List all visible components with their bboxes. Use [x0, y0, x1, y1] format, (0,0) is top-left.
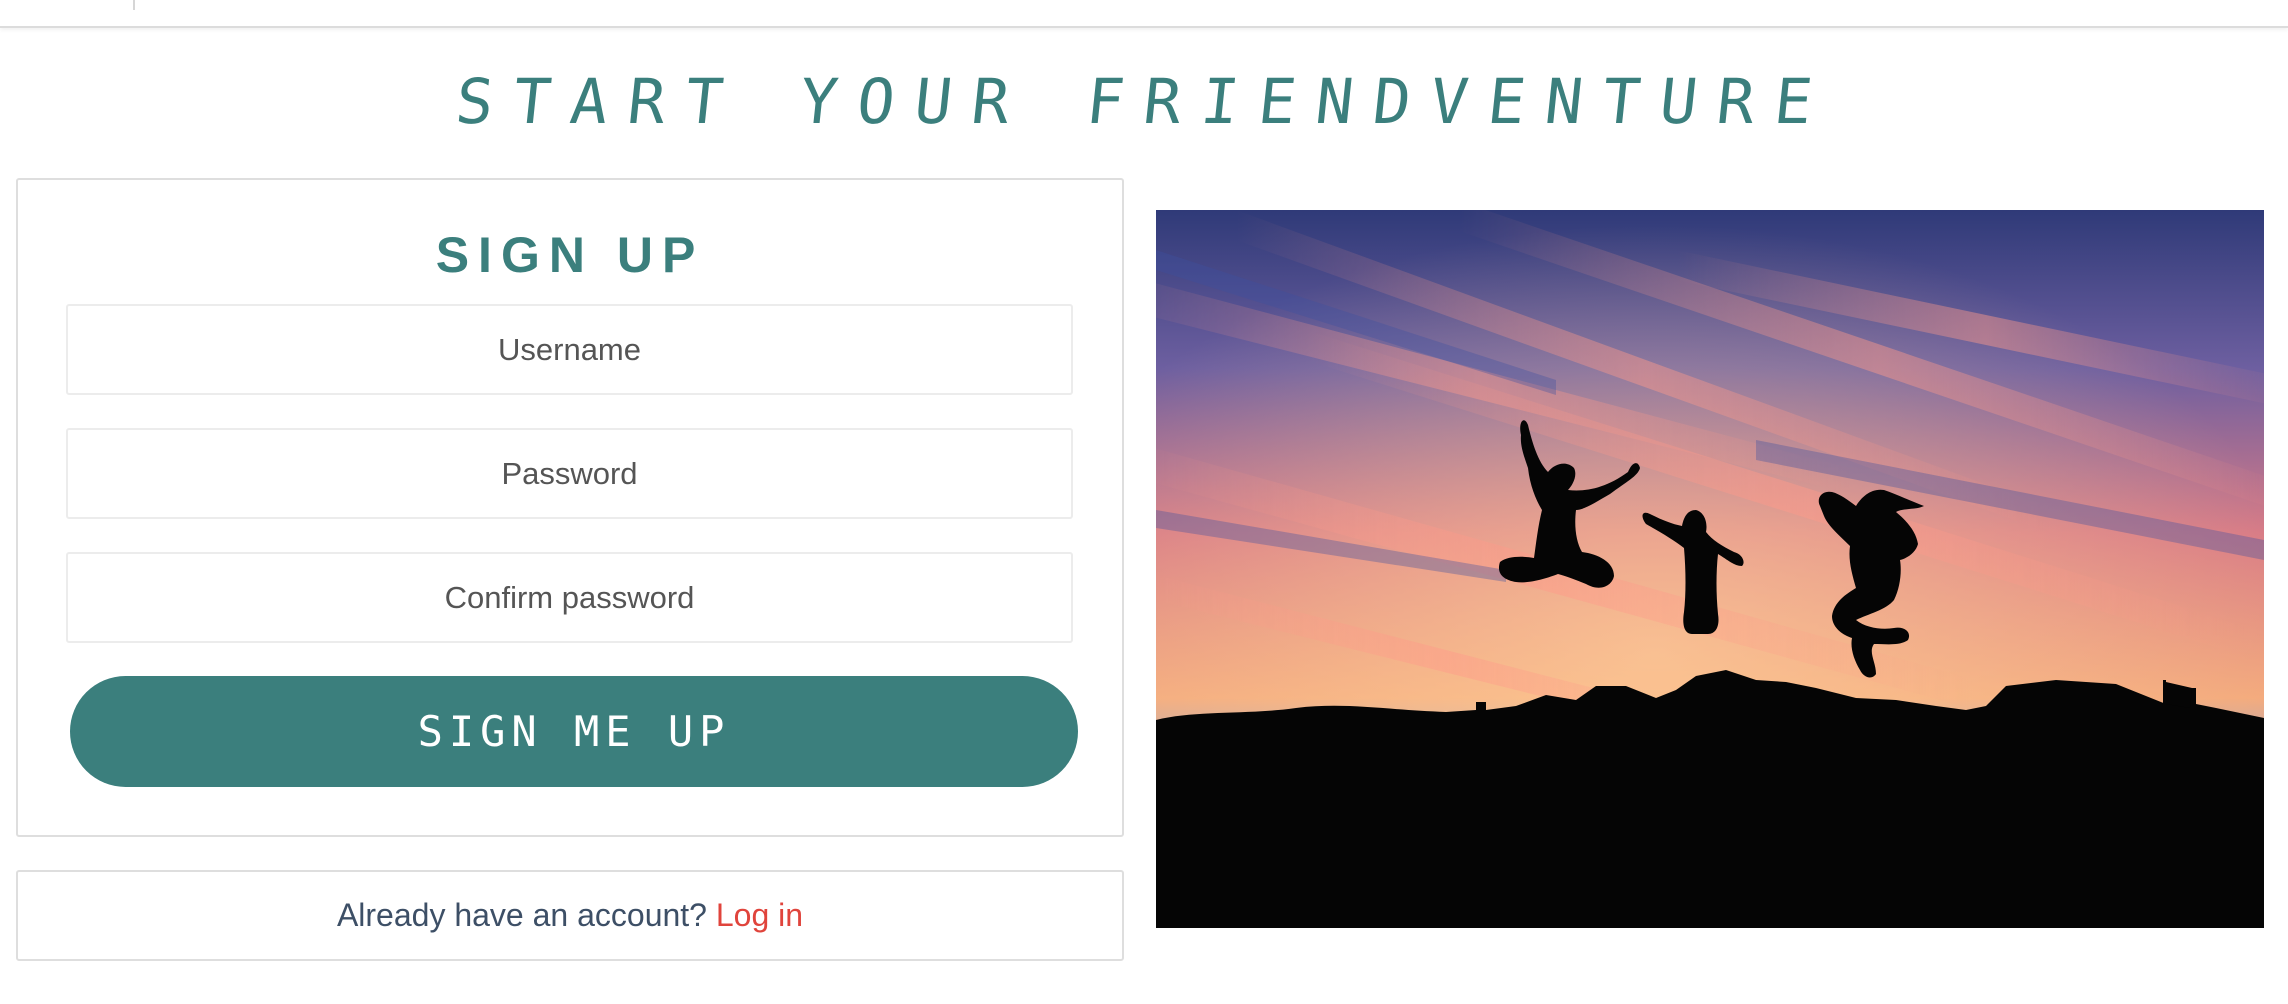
sign-me-up-button[interactable]: SIGN ME UP [70, 676, 1078, 787]
top-navbar [0, 0, 2288, 28]
username-field[interactable] [66, 304, 1073, 395]
login-prompt-card: Already have an account? Log in [16, 870, 1124, 961]
confirm-password-field[interactable] [66, 552, 1073, 643]
login-prompt-text: Already have an account? [336, 897, 707, 933]
hero-image [1156, 210, 2264, 928]
signup-title: SIGN UP [435, 227, 705, 283]
navbar-divider [133, 0, 135, 10]
password-field[interactable] [66, 428, 1073, 519]
page-headline: START YOUR FRIENDVENTURE [452, 65, 1836, 138]
login-link[interactable]: Log in [716, 897, 803, 933]
